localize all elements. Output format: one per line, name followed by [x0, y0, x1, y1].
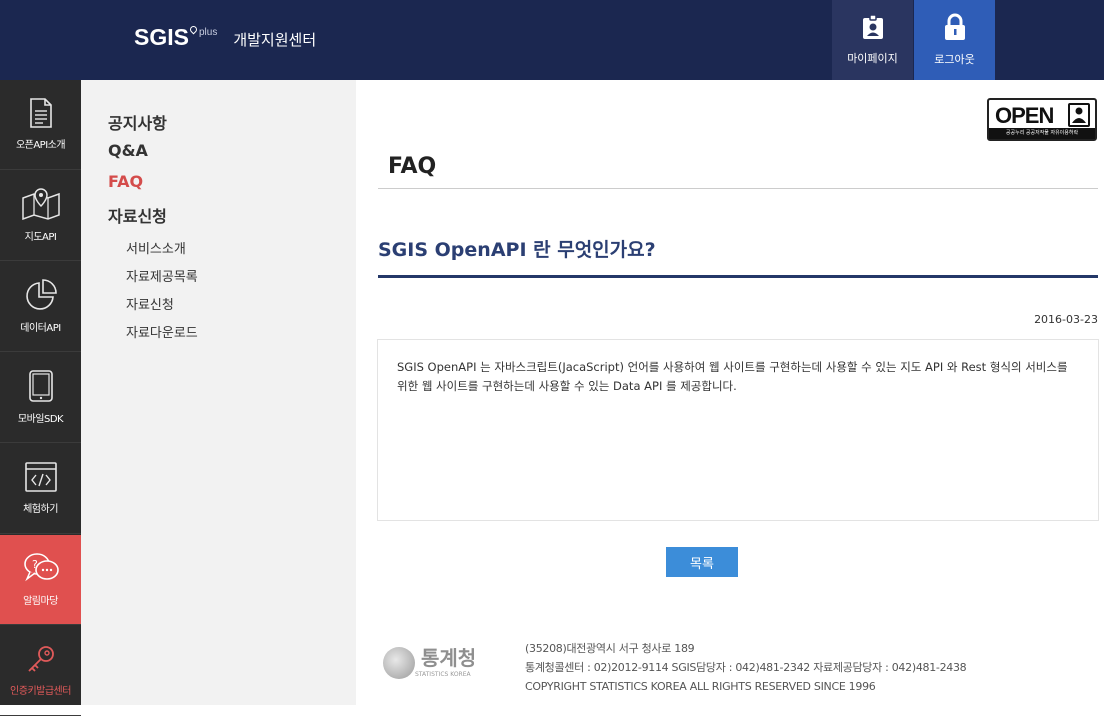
- svg-text:?: ?: [32, 558, 38, 571]
- rail-item-cert-key[interactable]: 인증키발급센터: [0, 626, 81, 716]
- subnav-notices[interactable]: 공지사항: [108, 110, 167, 134]
- rail-item-notice-board[interactable]: ? 알림마당: [0, 535, 81, 625]
- subnav-data-list[interactable]: 자료제공목록: [126, 266, 198, 285]
- org-name-en: STATISTICS KOREA: [415, 671, 471, 678]
- rail-item-try[interactable]: 체험하기: [0, 444, 81, 534]
- rail-label-openapi: 오픈API소개: [15, 140, 66, 151]
- emblem-icon: [383, 647, 415, 679]
- footer-copyright: COPYRIGHT STATISTICS KOREA ALL RIGHTS RE…: [525, 680, 876, 693]
- pie-chart-icon: [25, 279, 57, 310]
- question-title: SGIS OpenAPI 란 무엇인가요?: [378, 239, 656, 261]
- subnav-service-intro[interactable]: 서비스소개: [126, 238, 186, 257]
- subnav-data-download[interactable]: 자료다운로드: [126, 322, 198, 341]
- footer-contacts: 통계청콜센터 : 02)2012-9114 SGIS담당자 : 042)481-…: [525, 661, 967, 674]
- id-badge-icon: [862, 14, 883, 39]
- subnav-qna[interactable]: Q&A: [108, 141, 148, 160]
- open-badge-footer: 공공누리 공공저작물 자유이용허락: [989, 128, 1095, 139]
- sub-navigation: 공지사항 Q&A FAQ 자료신청 서비스소개 자료제공목록 자료신청 자료다운…: [81, 80, 356, 705]
- answer-text: SGIS OpenAPI 는 자바스크립트(JacaScript) 언어를 사용…: [397, 360, 1068, 393]
- rail-label-data-api: 데이터API: [20, 323, 61, 334]
- map-pin-icon: [21, 188, 60, 220]
- person-icon: [1068, 103, 1090, 127]
- key-icon: [27, 646, 54, 672]
- statistics-korea-logo: 통계청 STATISTICS KOREA: [383, 647, 476, 679]
- subnav-faq[interactable]: FAQ: [108, 172, 143, 191]
- org-name: 통계청: [421, 646, 477, 670]
- footer-address: (35208)대전광역시 서구 청사로 189: [525, 642, 695, 655]
- rail-label-map-api: 지도API: [24, 232, 57, 243]
- rail-label-mobile-sdk: 모바일SDK: [17, 414, 64, 425]
- chat-bubbles-icon: ?: [23, 553, 59, 582]
- page-title: FAQ: [388, 154, 437, 179]
- post-date: 2016-03-23: [1034, 313, 1098, 326]
- main-content: OPEN 공공누리 공공저작물 자유이용허락 FAQ SGIS OpenAPI …: [356, 80, 1104, 705]
- open-badge-text: OPEN: [995, 103, 1054, 128]
- rail-label-cert-key: 인증키발급센터: [10, 686, 71, 697]
- site-subtitle: 개발지원센터: [233, 31, 317, 49]
- tablet-icon: [28, 370, 53, 402]
- mypage-button[interactable]: 마이페이지: [832, 0, 913, 80]
- answer-box: SGIS OpenAPI 는 자바스크립트(JacaScript) 언어를 사용…: [377, 339, 1099, 521]
- top-header: SGIS plus 개발지원센터 마이페이지 로그아웃: [0, 0, 1104, 80]
- rail-label-notice-board: 알림마당: [23, 596, 58, 607]
- open-license-badge: OPEN 공공누리 공공저작물 자유이용허락: [987, 98, 1097, 141]
- logo-text: SGIS: [134, 24, 189, 50]
- subnav-data-apply[interactable]: 자료신청: [126, 294, 174, 313]
- footer-info: (35208)대전광역시 서구 청사로 189 통계청콜센터 : 02)2012…: [525, 639, 967, 696]
- title-divider: [378, 188, 1098, 189]
- document-icon: [29, 98, 52, 128]
- rail-item-data-api[interactable]: 데이터API: [0, 262, 81, 352]
- subnav-data-request[interactable]: 자료신청: [108, 203, 167, 227]
- logout-label: 로그아웃: [934, 53, 975, 66]
- mypage-label: 마이페이지: [847, 52, 898, 65]
- rail-item-openapi[interactable]: 오픈API소개: [0, 80, 81, 170]
- code-window-icon: [24, 462, 57, 492]
- rail-label-try: 체험하기: [23, 504, 58, 515]
- rail-item-map-api[interactable]: 지도API: [0, 171, 81, 261]
- logo-pin-icon: [188, 24, 199, 35]
- sgis-logo[interactable]: SGIS plus 개발지원센터: [134, 24, 316, 51]
- rail-item-mobile-sdk[interactable]: 모바일SDK: [0, 353, 81, 443]
- list-button[interactable]: 목록: [666, 547, 738, 577]
- lock-icon: [944, 13, 965, 40]
- logout-button[interactable]: 로그아웃: [914, 0, 995, 80]
- logo-plus: plus: [198, 27, 218, 38]
- left-icon-rail: 오픈API소개 지도API 데이터API 모바일SDK 체험하기 ? 알림마당 …: [0, 80, 81, 716]
- question-divider: [378, 275, 1098, 278]
